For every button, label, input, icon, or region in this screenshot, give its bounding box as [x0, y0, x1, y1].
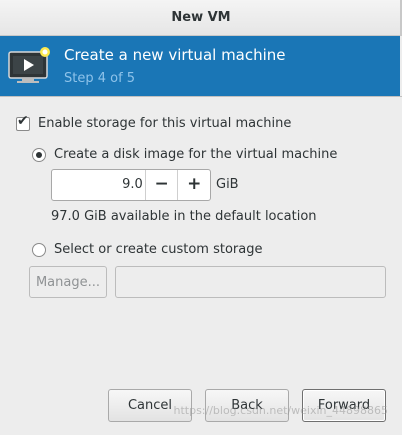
enable-storage-checkbox[interactable]: ✔ Enable storage for this virtual machin… — [16, 113, 292, 131]
radio-dot — [36, 151, 42, 158]
enable-storage-label: Enable storage for this virtual machine — [38, 116, 292, 131]
disk-image-radio[interactable]: Create a disk image for the virtual mach… — [32, 147, 337, 162]
decrement-button[interactable]: − — [144, 170, 178, 200]
disk-size-value[interactable]: 9.0 — [52, 170, 145, 200]
custom-storage-label: Select or create custom storage — [54, 242, 263, 257]
custom-storage-radio[interactable]: Select or create custom storage — [32, 242, 262, 257]
forward-button[interactable]: Forward — [302, 389, 386, 422]
window-title: New VM — [171, 10, 231, 25]
disk-image-label: Create a disk image for the virtual mach… — [54, 147, 338, 162]
monitor-play-icon — [8, 47, 50, 83]
checkmark-icon: ✔ — [17, 112, 29, 129]
wizard-title: Create a new virtual machine — [64, 46, 286, 64]
checkbox-box[interactable]: ✔ — [16, 113, 30, 131]
size-unit-label: GiB — [216, 177, 239, 192]
wizard-header: Create a new virtual machine Step 4 of 5 — [0, 36, 400, 96]
window-titlebar: New VM — [0, 0, 402, 36]
wizard-step: Step 4 of 5 — [64, 71, 136, 86]
radio-selected[interactable] — [32, 147, 46, 162]
cancel-button[interactable]: Cancel — [108, 389, 192, 422]
manage-button[interactable]: Manage... — [29, 266, 107, 298]
disk-size-spinbutton[interactable]: 9.0 − + — [51, 169, 211, 201]
custom-storage-path-input[interactable] — [115, 266, 386, 298]
increment-button[interactable]: + — [177, 170, 210, 200]
radio-unselected[interactable] — [32, 242, 46, 257]
available-space-text: 97.0 GiB available in the default locati… — [51, 209, 317, 224]
back-button[interactable]: Back — [205, 389, 289, 422]
header-divider — [0, 96, 402, 97]
